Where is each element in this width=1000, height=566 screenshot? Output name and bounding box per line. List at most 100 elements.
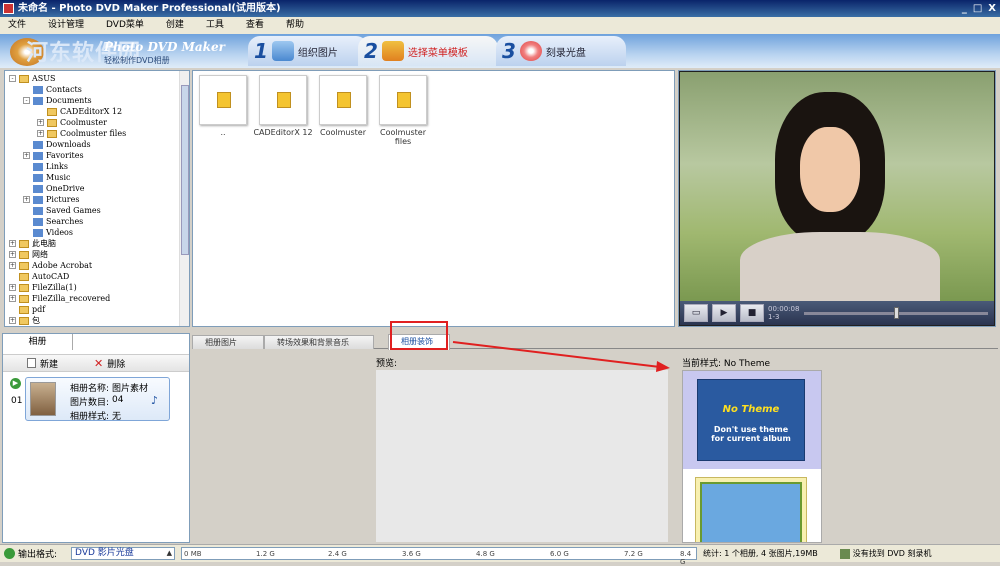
folder-icon — [33, 217, 43, 226]
tree-item[interactable]: + Coolmuster files — [37, 128, 126, 139]
minimize-button[interactable]: _ — [962, 0, 967, 17]
seek-handle[interactable] — [894, 306, 899, 319]
folder-icon — [217, 92, 231, 108]
tree-item[interactable]: + 此电脑 — [9, 238, 56, 249]
stop-button[interactable]: ■ — [740, 304, 764, 322]
expand-toggle-icon[interactable]: + — [9, 295, 16, 302]
scroll-thumb[interactable] — [181, 85, 189, 255]
theme-desc-line2: for current album — [711, 434, 791, 443]
tree-item[interactable]: + FileZilla_recovered — [9, 293, 110, 304]
menu-tools[interactable]: 工具 — [206, 17, 224, 34]
album-item[interactable]: 相册名称: 图片素材 图片数目: 04 相册样式: 无 — [25, 377, 170, 422]
tree-item[interactable]: + FileZilla(1) — [9, 282, 77, 293]
tab-album-photos[interactable]: 相册图片 — [192, 335, 264, 349]
album-count-value: 04 — [112, 395, 124, 405]
window-title: 未命名 - Photo DVD Maker Professional(试用版本) — [18, 3, 281, 14]
tree-item[interactable]: + Favorites — [23, 150, 84, 161]
tree-item[interactable]: AutoCAD — [9, 271, 69, 282]
theme-title: No Theme — [722, 404, 780, 415]
expand-toggle-icon[interactable]: + — [37, 119, 44, 126]
tree-item[interactable]: Links — [23, 161, 68, 172]
step-burn[interactable]: 3 刻录光盘 — [496, 36, 626, 66]
theme-list[interactable]: No Theme Don't use theme for current albu… — [682, 370, 822, 543]
folder-item[interactable]: Coolmuster files — [373, 75, 433, 146]
tree-item-label: Coolmuster files — [60, 129, 127, 138]
slideshow-button[interactable]: ▭ — [684, 304, 708, 322]
close-button[interactable]: X — [988, 0, 996, 17]
folder-icon — [397, 92, 411, 108]
expand-toggle-icon[interactable]: + — [9, 251, 16, 258]
folder-icon — [33, 162, 43, 171]
menu-help[interactable]: 帮助 — [286, 17, 304, 34]
expand-toggle-icon[interactable]: + — [9, 262, 16, 269]
seek-slider[interactable] — [804, 306, 988, 319]
folder-tree[interactable]: - ASUS Contacts - Documents CADEditorX 12 + Coo… — [4, 70, 190, 327]
tree-scrollbar[interactable] — [179, 71, 189, 326]
tree-item[interactable]: + Pictures — [23, 194, 79, 205]
step-label: 选择菜单模板 — [407, 47, 468, 59]
step-menu-template[interactable]: 2 选择菜单模板 — [358, 36, 498, 66]
tree-item[interactable]: - ASUS — [9, 73, 55, 84]
tree-item-label: FileZilla(1) — [32, 283, 77, 292]
step-number: 2 — [364, 39, 378, 63]
tree-item-label: Links — [46, 162, 68, 171]
step-organize[interactable]: 1 组织图片 — [248, 36, 368, 66]
tree-item-label: 网络 — [32, 250, 48, 259]
menu-design[interactable]: 设计管理 — [48, 17, 84, 34]
album-thumbnail — [30, 382, 56, 416]
menu-file[interactable]: 文件 — [8, 17, 26, 34]
tree-item[interactable]: Searches — [23, 216, 83, 227]
tree-item[interactable]: Downloads — [23, 139, 91, 150]
tree-item[interactable]: CADEditorX 12 — [37, 106, 122, 117]
expand-toggle-icon[interactable]: + — [9, 317, 16, 324]
expand-toggle-icon[interactable]: - — [23, 97, 30, 104]
ruler-tick: 7.2 G — [624, 550, 643, 558]
tree-item[interactable]: pdf — [9, 304, 45, 315]
tree-item[interactable]: + Coolmuster — [37, 117, 107, 128]
play-button[interactable]: ▶ — [712, 304, 736, 322]
play-icon[interactable]: ▶ — [10, 378, 21, 389]
theme-item[interactable] — [695, 477, 807, 542]
folder-icon — [33, 140, 43, 149]
tab-transitions-music[interactable]: 转场效果和背景音乐 — [264, 335, 374, 349]
tree-item[interactable]: Videos — [23, 227, 73, 238]
expand-toggle-icon[interactable]: + — [9, 240, 16, 247]
expand-toggle-icon[interactable]: + — [37, 130, 44, 137]
tree-item[interactable]: + Adobe Acrobat — [9, 260, 92, 271]
expand-toggle-icon[interactable]: + — [23, 196, 30, 203]
disc-icon — [519, 41, 542, 61]
folder-icon — [33, 228, 43, 237]
expand-toggle-icon[interactable]: + — [23, 152, 30, 159]
expand-toggle-icon[interactable]: + — [9, 284, 16, 291]
output-format-label: 输出格式: — [18, 550, 58, 560]
menu-dvd[interactable]: DVD菜单 — [106, 17, 144, 34]
output-format-select[interactable]: DVD 影片光盘 ▲ — [71, 547, 176, 560]
maximize-button[interactable]: □ — [973, 0, 982, 17]
tab-album[interactable]: 相册 — [3, 334, 73, 350]
ruler-tick: 8.4 G — [680, 550, 692, 566]
menu-view[interactable]: 查看 — [246, 17, 264, 34]
tree-item[interactable]: OneDrive — [23, 183, 85, 194]
folder-icon — [277, 92, 291, 108]
folder-icon — [337, 92, 351, 108]
tree-item-label: Saved Games — [46, 206, 101, 215]
folder-item[interactable]: CADEditorX 12 — [253, 75, 313, 137]
burner-icon — [839, 548, 850, 559]
tree-item[interactable]: + 网络 — [9, 249, 48, 260]
folder-item[interactable]: Coolmuster — [313, 75, 373, 137]
expand-toggle-icon[interactable]: - — [9, 75, 16, 82]
folder-icon — [33, 151, 43, 160]
menu-create[interactable]: 创建 — [166, 17, 184, 34]
folder-item[interactable]: .. — [193, 75, 253, 137]
folder-icon — [47, 118, 57, 127]
tree-item[interactable]: Saved Games — [23, 205, 101, 216]
banner: 河东软件园 Photo DVD Maker 轻松制作DVD相册 1 组织图片 2… — [0, 34, 1000, 68]
tree-item[interactable]: + 包 — [9, 315, 40, 326]
folder-icon — [19, 74, 29, 83]
new-album-button[interactable]: 新建 — [27, 357, 58, 370]
tree-item[interactable]: Music — [23, 172, 71, 183]
delete-album-button[interactable]: ✕ 删除 — [94, 357, 125, 370]
tree-item[interactable]: Contacts — [23, 84, 82, 95]
theme-item-selected[interactable]: No Theme Don't use theme for current albu… — [683, 371, 821, 469]
tree-item[interactable]: - Documents — [23, 95, 92, 106]
